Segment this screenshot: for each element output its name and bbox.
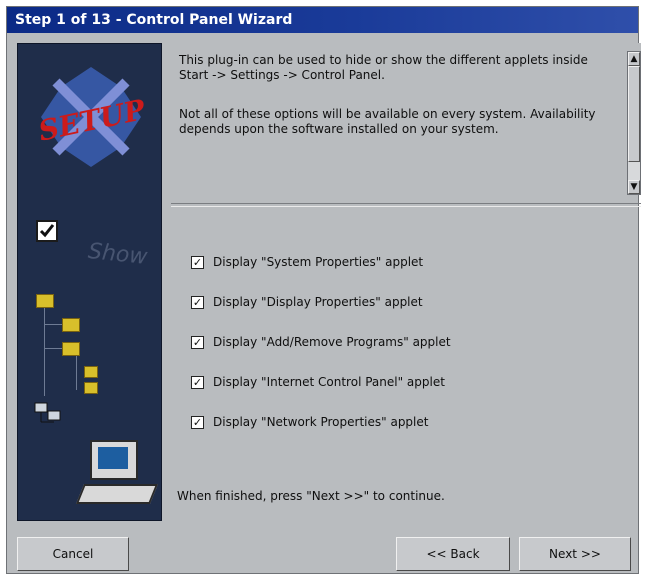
checkbox[interactable]: ✓ xyxy=(191,375,204,389)
tree-line xyxy=(44,324,62,325)
computer-icon xyxy=(75,440,159,514)
checkbox-label: Display "Internet Control Panel" applet xyxy=(213,375,445,389)
folder-icon xyxy=(84,366,98,378)
folder-icon xyxy=(36,294,54,308)
checkbox[interactable]: ✓ xyxy=(191,295,204,309)
option-display-properties[interactable]: ✓ Display "Display Properties" applet xyxy=(191,293,423,311)
intro-scrollbar[interactable]: ▲ ▼ xyxy=(627,51,641,195)
back-button[interactable]: << Back xyxy=(396,537,510,571)
scroll-down-button[interactable]: ▼ xyxy=(628,180,640,194)
keyboard-graphic xyxy=(75,484,159,504)
screen-graphic xyxy=(98,447,128,469)
checkbox-label: Display "Display Properties" applet xyxy=(213,295,423,309)
scroll-up-button[interactable]: ▲ xyxy=(628,52,640,66)
folder-icon xyxy=(62,318,80,332)
tree-line xyxy=(44,308,45,396)
monitor-graphic xyxy=(90,440,138,480)
tree-line xyxy=(76,356,77,390)
intro-textbox: This plug-in can be used to hide or show… xyxy=(171,43,641,195)
wizard-sidebar-graphic: SETUP Show xyxy=(17,43,162,521)
scroll-thumb[interactable] xyxy=(628,66,640,162)
wizard-window: Step 1 of 13 - Control Panel Wizard SETU… xyxy=(6,6,641,574)
option-add-remove-programs[interactable]: ✓ Display "Add/Remove Programs" applet xyxy=(191,333,451,351)
next-button[interactable]: Next >> xyxy=(519,537,631,571)
finish-instructions: When finished, press "Next >>" to contin… xyxy=(177,489,445,503)
network-computer-icon xyxy=(34,402,61,423)
cancel-button[interactable]: Cancel xyxy=(17,537,129,571)
ghost-label: Show xyxy=(86,238,149,271)
intro-paragraph-1: This plug-in can be used to hide or show… xyxy=(179,53,588,82)
option-system-properties[interactable]: ✓ Display "System Properties" applet xyxy=(191,253,423,271)
section-divider xyxy=(171,203,641,207)
checkbox-label: Display "Network Properties" applet xyxy=(213,415,429,429)
option-network-properties[interactable]: ✓ Display "Network Properties" applet xyxy=(191,413,428,431)
tree-line xyxy=(44,348,62,349)
checkbox[interactable]: ✓ xyxy=(191,415,204,429)
window-title: Step 1 of 13 - Control Panel Wizard xyxy=(7,7,638,33)
option-internet-control-panel[interactable]: ✓ Display "Internet Control Panel" apple… xyxy=(191,373,445,391)
folder-icon xyxy=(62,342,80,356)
checkbox[interactable]: ✓ xyxy=(191,335,204,349)
setup-logo: SETUP xyxy=(36,67,146,167)
folder-icon xyxy=(84,382,98,394)
checkmark-icon xyxy=(36,220,58,242)
checkbox[interactable]: ✓ xyxy=(191,255,204,269)
checkbox-label: Display "Add/Remove Programs" applet xyxy=(213,335,451,349)
checkbox-label: Display "System Properties" applet xyxy=(213,255,424,269)
intro-paragraph-2: Not all of these options will be availab… xyxy=(179,107,596,136)
wizard-content: This plug-in can be used to hide or show… xyxy=(171,43,641,519)
